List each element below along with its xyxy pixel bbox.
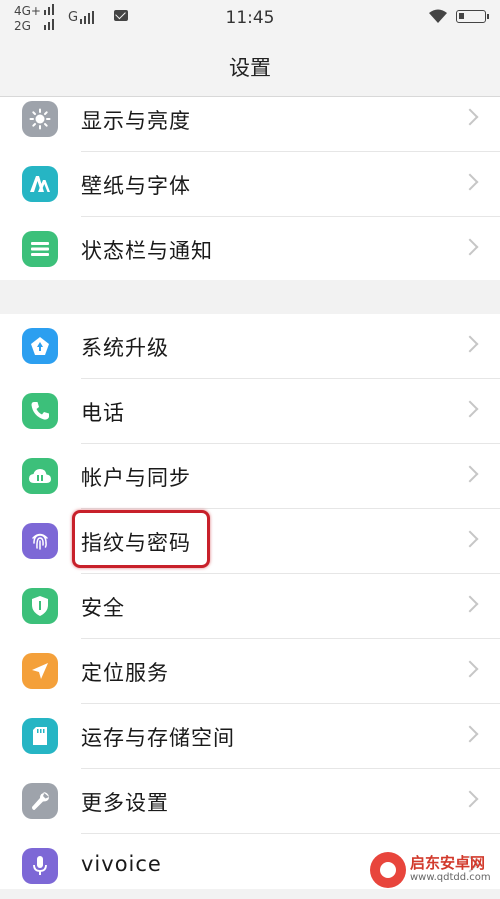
cloud-sync-icon	[22, 458, 58, 494]
phone-icon	[22, 393, 58, 429]
watermark: 启东安卓网 www.qdtdd.com	[370, 850, 500, 889]
settings-item-label: 系统升级	[81, 336, 169, 360]
chevron-right-icon	[461, 790, 479, 808]
chevron-right-icon	[461, 173, 479, 191]
settings-group-system: 系统升级 电话 帐户与同步 指纹与密码 安全 定位服务 运存与存储空间 更多设置…	[0, 314, 500, 889]
settings-item-more-settings[interactable]: 更多设置	[0, 769, 500, 834]
font-icon	[22, 166, 58, 202]
settings-item-system-upgrade[interactable]: 系统升级	[0, 314, 500, 379]
chevron-right-icon	[461, 465, 479, 483]
settings-item-phone[interactable]: 电话	[0, 379, 500, 444]
settings-item-label: 定位服务	[81, 661, 169, 685]
settings-item-security[interactable]: 安全	[0, 574, 500, 639]
settings-item-label: vivoice	[81, 852, 162, 876]
settings-item-memory-storage[interactable]: 运存与存储空间	[0, 704, 500, 769]
page-title: 设置	[229, 56, 271, 80]
highlight-annotation	[72, 510, 210, 568]
wrench-icon	[22, 783, 58, 819]
chevron-right-icon	[461, 725, 479, 743]
settings-item-label: 电话	[81, 401, 125, 425]
brightness-icon	[22, 101, 58, 137]
shield-icon	[22, 588, 58, 624]
watermark-logo-icon	[370, 852, 406, 888]
settings-item-location[interactable]: 定位服务	[0, 639, 500, 704]
status-bar: 4G+ 2G G 11:45	[0, 0, 500, 36]
watermark-name: 启东安卓网	[410, 854, 486, 872]
settings-item-label: 状态栏与通知	[81, 239, 213, 263]
settings-item-label: 安全	[81, 596, 125, 620]
settings-item-account-sync[interactable]: 帐户与同步	[0, 444, 500, 509]
settings-item-label: 壁纸与字体	[81, 174, 191, 198]
notification-list-icon	[22, 231, 58, 267]
settings-group-display: 显示与亮度 壁纸与字体 状态栏与通知	[0, 97, 500, 280]
chevron-right-icon	[461, 335, 479, 353]
clock: 11:45	[225, 8, 275, 28]
location-arrow-icon	[22, 653, 58, 689]
wifi-icon	[429, 9, 447, 23]
chevron-right-icon	[461, 595, 479, 613]
settings-item-label: 更多设置	[81, 791, 169, 815]
settings-item-label: 显示与亮度	[81, 109, 191, 133]
chevron-right-icon	[461, 400, 479, 418]
chevron-right-icon	[461, 530, 479, 548]
settings-item-wallpaper-font[interactable]: 壁纸与字体	[0, 152, 500, 217]
settings-item-label: 帐户与同步	[81, 466, 191, 490]
upgrade-icon	[22, 328, 58, 364]
settings-item-statusbar-notification[interactable]: 状态栏与通知	[0, 217, 500, 282]
chevron-right-icon	[461, 108, 479, 126]
chevron-right-icon	[461, 660, 479, 678]
settings-item-display-brightness[interactable]: 显示与亮度	[0, 87, 500, 152]
chevron-right-icon	[461, 238, 479, 256]
battery-icon	[456, 10, 489, 23]
watermark-url: www.qdtdd.com	[410, 872, 491, 883]
group-spacer	[0, 280, 500, 314]
fingerprint-icon	[22, 523, 58, 559]
microphone-icon	[22, 848, 58, 884]
settings-item-label: 运存与存储空间	[81, 726, 235, 750]
storage-card-icon	[22, 718, 58, 754]
